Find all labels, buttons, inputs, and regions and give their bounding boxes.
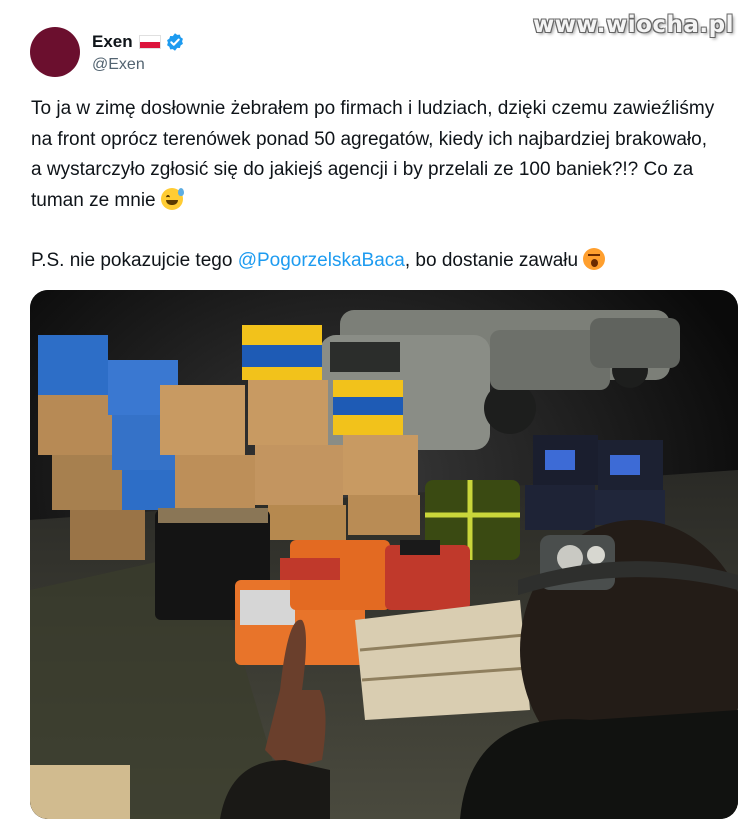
tweet-main-text: To ja w zimę dosłownie żebrałem po firma… xyxy=(31,98,715,211)
tweet-photo[interactable] xyxy=(30,290,738,819)
flag-poland-icon xyxy=(138,35,161,49)
bottom-divider xyxy=(0,819,748,831)
handle[interactable]: @Exen xyxy=(92,56,185,74)
mention-link[interactable]: @PogorzelskaBaca xyxy=(238,250,405,271)
author-names: Exen @Exen xyxy=(92,30,185,74)
avatar[interactable] xyxy=(30,27,80,77)
watermark-logo: www.wiocha.pl xyxy=(532,12,734,38)
display-name[interactable]: Exen xyxy=(92,32,133,52)
ps-text-before: P.S. nie pokazujcie tego xyxy=(31,250,238,271)
tweet-header: Exen @Exen xyxy=(30,26,185,78)
verified-badge-icon xyxy=(166,33,183,51)
astonished-face-icon xyxy=(583,248,606,270)
ps-text-after: , bo dostanie zawału xyxy=(404,250,579,271)
name-row: Exen xyxy=(92,30,185,54)
generator-boxes-right xyxy=(525,435,665,530)
wooden-pallet xyxy=(355,600,530,720)
photo-illustration xyxy=(30,290,738,819)
grinning-face-with-sweat-icon xyxy=(160,187,184,210)
tweet-text: To ja w zimę dosłownie żebrałem po firma… xyxy=(31,94,721,277)
tweet-paragraph-main: To ja w zimę dosłownie żebrałem po firma… xyxy=(31,94,721,216)
tweet-paragraph-ps: P.S. nie pokazujcie tego @PogorzelskaBac… xyxy=(31,246,721,277)
